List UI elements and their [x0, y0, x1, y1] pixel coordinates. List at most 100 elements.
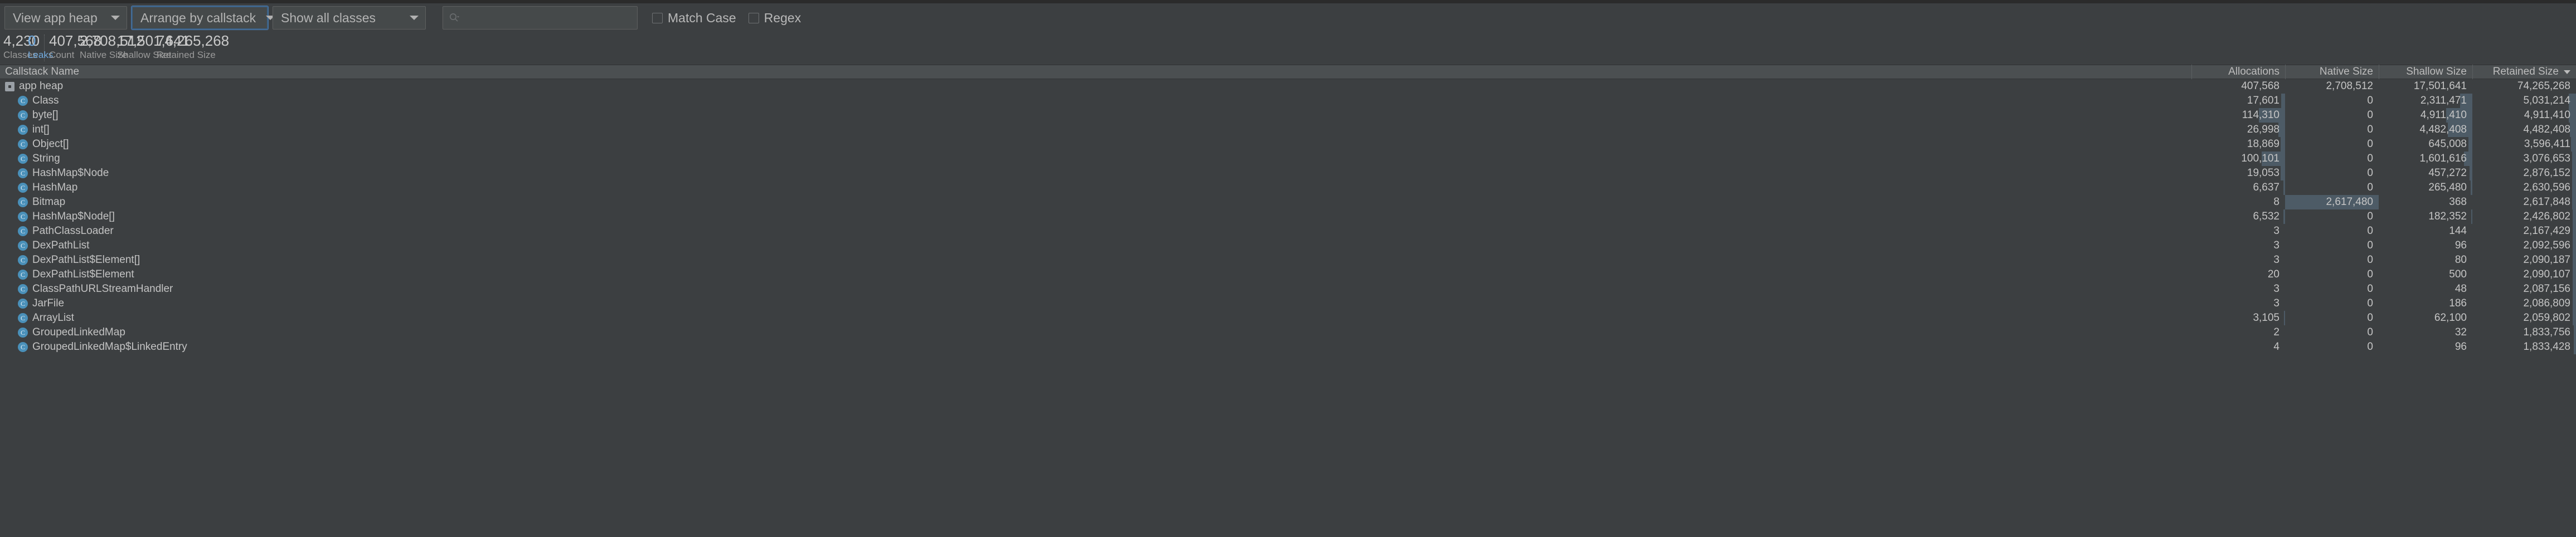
table-row[interactable]: C HashMap$Node[] 6,532 0 182,352 2,426,802 [0, 209, 2576, 224]
class-icon: C [18, 154, 28, 164]
table-row[interactable]: C GroupedLinkedMap$LinkedEntry 4 0 96 1,833,4… [0, 340, 2576, 354]
regex-checkbox[interactable]: Regex [748, 11, 801, 26]
table-row[interactable]: C DexPathList$Element 20 0 500 2,090,107 [0, 267, 2576, 282]
cell-allocations: 100,101 [2191, 152, 2285, 166]
cell-allocations-value: 3 [2273, 225, 2279, 237]
row-label: HashMap$Node[] [32, 211, 115, 222]
cell-retained-size: 2,630,596 [2472, 180, 2576, 195]
cell-retained-size-value: 2,630,596 [2523, 182, 2570, 193]
cell-native-size: 2,617,480 [2285, 195, 2379, 209]
table-row[interactable]: C DexPathList 3 0 96 2,092,596 [0, 238, 2576, 253]
table-row[interactable]: C ArrayList 3,105 0 62,100 2,059,802 [0, 311, 2576, 325]
class-icon: C [18, 96, 28, 106]
cell-allocations-value: 3 [2273, 297, 2279, 309]
value-bar [2572, 180, 2576, 195]
chevron-down-icon [410, 16, 419, 20]
table-row[interactable]: app heap 407,568 2,708,512 17,501,641 74,265… [0, 79, 2576, 94]
cell-shallow-size: 1,601,616 [2379, 152, 2472, 166]
search-input[interactable] [460, 11, 631, 25]
cell-allocations-value: 100,101 [2241, 153, 2279, 164]
table-row[interactable]: C GroupedLinkedMap 2 0 32 1,833,756 [0, 325, 2576, 340]
cell-retained-size: 5,031,214 [2472, 94, 2576, 108]
cell-native-size: 0 [2285, 137, 2379, 152]
table-row[interactable]: C HashMap 6,637 0 265,480 2,630,596 [0, 180, 2576, 195]
cell-retained-size: 4,482,408 [2472, 123, 2576, 137]
cell-native-size-value: 0 [2367, 312, 2373, 324]
cell-shallow-size: 2,311,471 [2379, 94, 2472, 108]
search-box[interactable] [443, 6, 638, 30]
cell-shallow-size: 500 [2379, 267, 2472, 282]
cell-retained-size: 2,092,596 [2472, 238, 2576, 253]
column-header-allocations[interactable]: Allocations [2191, 65, 2285, 79]
table-row[interactable]: C PathClassLoader 3 0 144 2,167,429 [0, 224, 2576, 238]
cell-allocations: 17,601 [2191, 94, 2285, 108]
row-label: app heap [19, 80, 64, 92]
match-case-checkbox[interactable]: Match Case [652, 11, 736, 26]
table-row[interactable]: C JarFile 3 0 186 2,086,809 [0, 296, 2576, 311]
arrange-select[interactable]: Arrange by callstack [132, 6, 275, 30]
cell-shallow-size: 96 [2379, 238, 2472, 253]
cell-retained-size-value: 1,833,428 [2523, 341, 2570, 353]
cell-shallow-size: 4,482,408 [2379, 123, 2472, 137]
cell-retained-size: 3,596,411 [2472, 137, 2576, 152]
cell-native-size: 0 [2285, 340, 2379, 354]
cell-retained-size-value: 4,911,410 [2524, 109, 2570, 121]
value-bar [2468, 137, 2472, 152]
cell-shallow-size-value: 4,482,408 [2419, 124, 2467, 135]
table-row[interactable]: C Object[] 18,869 0 645,008 3,596,411 [0, 137, 2576, 152]
cell-shallow-size: 457,272 [2379, 166, 2472, 180]
cell-shallow-size-value: 4,911,410 [2420, 109, 2467, 121]
column-header-callstack-name[interactable]: Callstack Name [0, 65, 2191, 79]
cell-retained-size: 2,426,802 [2472, 209, 2576, 224]
cell-retained-size: 74,265,268 [2472, 79, 2576, 94]
search-icon [449, 12, 460, 23]
table-row[interactable]: C DexPathList$Element[] 3 0 80 2,090,187 [0, 253, 2576, 267]
value-bar [2573, 238, 2576, 253]
table-row[interactable]: Cbyte[] 114,310 0 4,911,410 4,911,410 [0, 108, 2576, 123]
column-header-label: Shallow Size [2406, 66, 2467, 77]
cell-allocations-value: 2 [2273, 326, 2279, 338]
value-bar [2572, 152, 2576, 166]
table-row[interactable]: Cint[] 26,998 0 4,482,408 4,482,408 [0, 123, 2576, 137]
checkbox-box [652, 12, 663, 23]
cell-shallow-size-value: 1,601,616 [2419, 153, 2467, 164]
cell-allocations-value: 4 [2273, 341, 2279, 353]
row-label: DexPathList$Element[] [32, 254, 140, 266]
class-icon: C [18, 183, 28, 193]
cell-native-size: 0 [2285, 108, 2379, 123]
value-bar [2573, 224, 2576, 238]
cell-native-size: 0 [2285, 238, 2379, 253]
cell-allocations-value: 26,998 [2247, 124, 2279, 135]
classes-filter-select[interactable]: Show all classes [273, 6, 426, 30]
table-row[interactable]: C ClassPathURLStreamHandler 3 0 48 2,087,156 [0, 282, 2576, 296]
row-label: DexPathList [32, 240, 90, 251]
column-header-shallow-size[interactable]: Shallow Size [2379, 65, 2472, 79]
profiler-toolbar: View app heap Arrange by callstack Show … [0, 3, 2576, 32]
class-icon: C [18, 139, 28, 149]
table-row[interactable]: C Bitmap 8 2,617,480 368 2,617,848 [0, 195, 2576, 209]
cell-shallow-size-value: 500 [2449, 268, 2467, 280]
cell-allocations-value: 20 [2267, 268, 2279, 280]
table-row[interactable]: C Class 17,601 0 2,311,471 5,031,214 [0, 94, 2576, 108]
value-bar [2573, 311, 2576, 325]
column-header-retained-size[interactable]: Retained Size [2472, 65, 2576, 79]
class-icon: C [18, 197, 28, 207]
cell-callstack-name: C PathClassLoader [0, 224, 2191, 238]
class-icon: C [18, 328, 28, 338]
cell-shallow-size: 48 [2379, 282, 2472, 296]
cell-allocations: 3 [2191, 296, 2285, 311]
table-row[interactable]: C HashMap$Node 19,053 0 457,272 2,876,152 [0, 166, 2576, 180]
class-icon: C [18, 284, 28, 294]
row-label: GroupedLinkedMap$LinkedEntry [32, 341, 187, 353]
cell-shallow-size-value: 186 [2449, 297, 2467, 309]
column-header-native-size[interactable]: Native Size [2285, 65, 2379, 79]
heap-select[interactable]: View app heap [4, 6, 127, 30]
cell-shallow-size-value: 62,100 [2434, 312, 2467, 324]
value-bar [2280, 166, 2285, 180]
cell-retained-size-value: 2,092,596 [2523, 240, 2570, 251]
cell-native-size-value: 2,617,480 [2326, 196, 2373, 208]
row-label: Bitmap [32, 196, 66, 208]
cell-shallow-size: 144 [2379, 224, 2472, 238]
table-row[interactable]: C String 100,101 0 1,601,616 3,076,653 [0, 152, 2576, 166]
table-header-row: Callstack Name Allocations Native Size S… [0, 65, 2576, 79]
